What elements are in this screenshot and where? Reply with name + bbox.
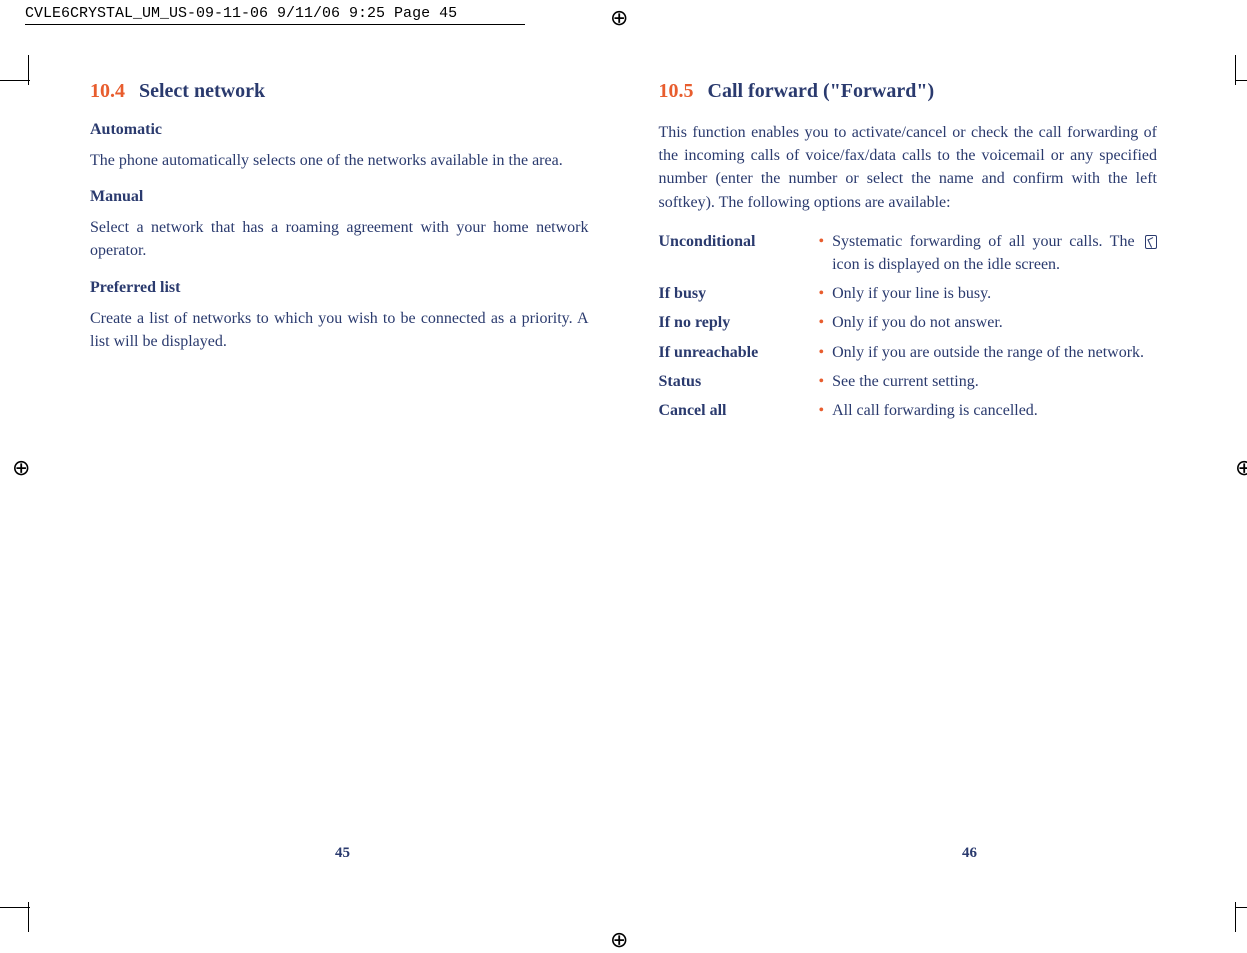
option-description: See the current setting. xyxy=(832,370,1157,393)
option-row: Unconditional • Systematic forwarding of… xyxy=(659,230,1158,276)
option-description: Only if you are outside the range of the… xyxy=(832,341,1157,364)
section-heading: 10.5 Call forward ("Forward") xyxy=(659,80,1158,103)
option-label: If no reply xyxy=(659,311,819,334)
right-page: 10.5 Call forward ("Forward") This functi… xyxy=(659,80,1158,428)
bullet-icon: • xyxy=(819,399,825,422)
option-row: If busy • Only if your line is busy. xyxy=(659,282,1158,305)
option-row: Cancel all • All call forwarding is canc… xyxy=(659,399,1158,422)
bullet-icon: • xyxy=(819,230,825,276)
page-number: 46 xyxy=(962,845,977,862)
option-label: Status xyxy=(659,370,819,393)
subsection-heading: Preferred list xyxy=(90,279,589,297)
subsection-heading: Manual xyxy=(90,188,589,206)
option-label: Unconditional xyxy=(659,230,819,276)
forward-icon xyxy=(1145,235,1157,249)
left-page: 10.4 Select network Automatic The phone a… xyxy=(90,80,589,428)
intro-text: This function enables you to activate/ca… xyxy=(659,121,1158,214)
bullet-icon: • xyxy=(819,370,825,393)
option-label: If unreachable xyxy=(659,341,819,364)
option-description: Only if your line is busy. xyxy=(832,282,1157,305)
section-number: 10.4 xyxy=(90,80,125,102)
page-number: 45 xyxy=(335,845,350,862)
body-text: Create a list of networks to which you w… xyxy=(90,307,589,353)
option-row: If unreachable • Only if you are outside… xyxy=(659,341,1158,364)
option-row: If no reply • Only if you do not answer. xyxy=(659,311,1158,334)
body-text: The phone automatically selects one of t… xyxy=(90,149,589,172)
option-description: Only if you do not answer. xyxy=(832,311,1157,334)
bullet-icon: • xyxy=(819,341,825,364)
option-description: Systematic forwarding of all your calls.… xyxy=(832,230,1157,276)
option-row: Status • See the current setting. xyxy=(659,370,1158,393)
section-heading: 10.4 Select network xyxy=(90,80,589,103)
option-description: All call forwarding is cancelled. xyxy=(832,399,1157,422)
section-number: 10.5 xyxy=(659,80,694,102)
option-label: Cancel all xyxy=(659,399,819,422)
body-text: Select a network that has a roaming agre… xyxy=(90,216,589,262)
print-header-banner: CVLE6CRYSTAL_UM_US-09-11-06 9/11/06 9:25… xyxy=(25,5,525,25)
registration-mark-icon xyxy=(610,5,640,35)
bullet-icon: • xyxy=(819,282,825,305)
bullet-icon: • xyxy=(819,311,825,334)
subsection-heading: Automatic xyxy=(90,121,589,139)
section-title: Select network xyxy=(139,80,265,102)
section-title: Call forward ("Forward") xyxy=(708,80,935,102)
option-label: If busy xyxy=(659,282,819,305)
